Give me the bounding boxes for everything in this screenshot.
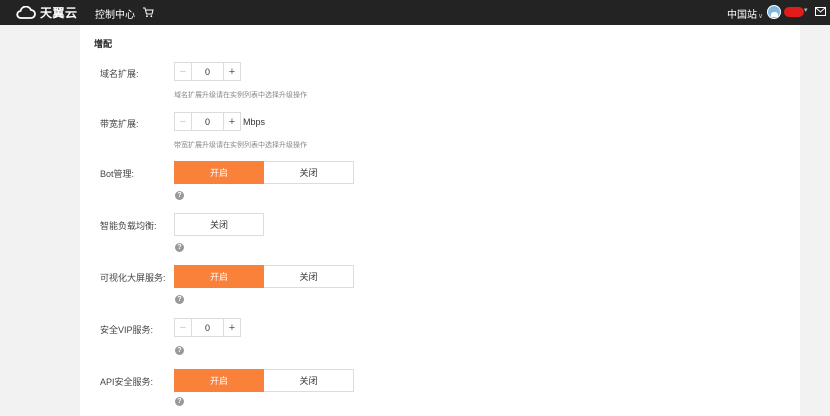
section-title: 增配 (94, 39, 113, 49)
bot-label: Bot管理: (100, 169, 135, 179)
console-link[interactable]: 控制中心 (95, 6, 135, 21)
bandwidth-ext-stepper: − 0 + (174, 112, 241, 131)
screen-off-option[interactable]: 关闭 (264, 265, 354, 288)
screen-label: 可视化大屏服务: (100, 273, 166, 283)
config-panel: 增配 域名扩展: − 0 + 域名扩展升级请在实例列表中选择升级操作 带宽扩展:… (80, 25, 800, 416)
bandwidth-ext-hint: 带宽扩展升级请在实例列表中选择升级操作 (174, 142, 307, 149)
increment-button[interactable]: + (223, 113, 240, 130)
help-icon[interactable]: ? (175, 243, 184, 252)
bandwidth-unit: Mbps (243, 117, 266, 127)
api-off-option[interactable]: 关闭 (264, 369, 354, 392)
top-nav-bar: 天翼云 控制中心 中国站∨ ▾ (0, 0, 830, 25)
help-icon[interactable]: ? (175, 346, 184, 355)
lb-toggle: 关闭 (174, 213, 264, 236)
api-on-option[interactable]: 开启 (174, 369, 264, 392)
help-icon[interactable]: ? (175, 397, 184, 406)
screen-toggle: 开启 关闭 (174, 265, 354, 288)
domain-ext-label: 域名扩展: (100, 69, 139, 79)
chevron-down-icon[interactable]: ▾ (804, 6, 808, 14)
lb-off-option[interactable]: 关闭 (174, 213, 264, 236)
bot-toggle: 开启 关闭 (174, 161, 354, 184)
bot-off-option[interactable]: 关闭 (264, 161, 354, 184)
cloud-logo-icon (16, 6, 36, 19)
screen-on-option[interactable]: 开启 (174, 265, 264, 288)
bot-on-option[interactable]: 开启 (174, 161, 264, 184)
avatar[interactable] (767, 5, 781, 19)
region-selector[interactable]: 中国站∨ (727, 6, 763, 21)
help-icon[interactable]: ? (175, 191, 184, 200)
domain-ext-stepper: − 0 + (174, 62, 241, 81)
domain-ext-hint: 域名扩展升级请在实例列表中选择升级操作 (174, 92, 307, 99)
bandwidth-ext-label: 带宽扩展: (100, 119, 139, 129)
decrement-button[interactable]: − (175, 113, 192, 130)
logo[interactable]: 天翼云 (16, 4, 78, 21)
region-label: 中国站 (727, 10, 757, 21)
vip-label: 安全VIP服务: (100, 325, 154, 335)
increment-button[interactable]: + (223, 63, 240, 80)
api-label: API安全服务: (100, 377, 154, 387)
increment-button[interactable]: + (223, 319, 240, 336)
mail-icon[interactable] (815, 7, 826, 16)
cart-icon[interactable] (142, 6, 154, 18)
chevron-down-icon: ∨ (758, 13, 764, 20)
logo-text: 天翼云 (40, 6, 78, 20)
help-icon[interactable]: ? (175, 295, 184, 304)
decrement-button[interactable]: − (175, 319, 192, 336)
bandwidth-ext-value[interactable]: 0 (192, 113, 223, 130)
vip-value[interactable]: 0 (192, 319, 223, 336)
api-toggle: 开启 关闭 (174, 369, 354, 392)
decrement-button[interactable]: − (175, 63, 192, 80)
vip-stepper: − 0 + (174, 318, 241, 337)
username-redacted[interactable] (784, 7, 804, 17)
domain-ext-value[interactable]: 0 (192, 63, 223, 80)
lb-label: 智能负载均衡: (100, 221, 157, 231)
